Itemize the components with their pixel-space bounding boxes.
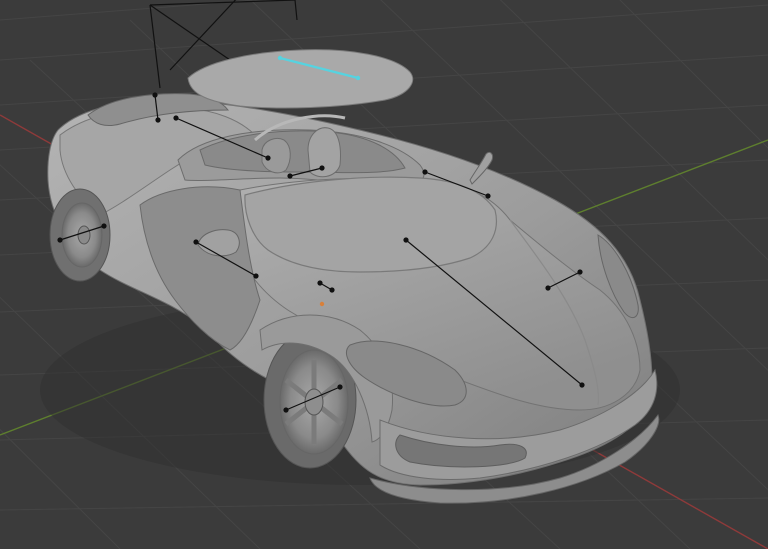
viewport-canvas[interactable] xyxy=(0,0,768,549)
seat-right xyxy=(307,127,341,178)
3d-viewport[interactable] xyxy=(0,0,768,549)
selected-vertex-a[interactable] xyxy=(277,55,283,61)
selected-vertex-b[interactable] xyxy=(355,75,361,81)
object-origin-icon[interactable] xyxy=(319,301,325,307)
seat-left xyxy=(261,137,291,174)
rear-wheel[interactable] xyxy=(49,188,111,282)
windscreen xyxy=(244,176,497,273)
